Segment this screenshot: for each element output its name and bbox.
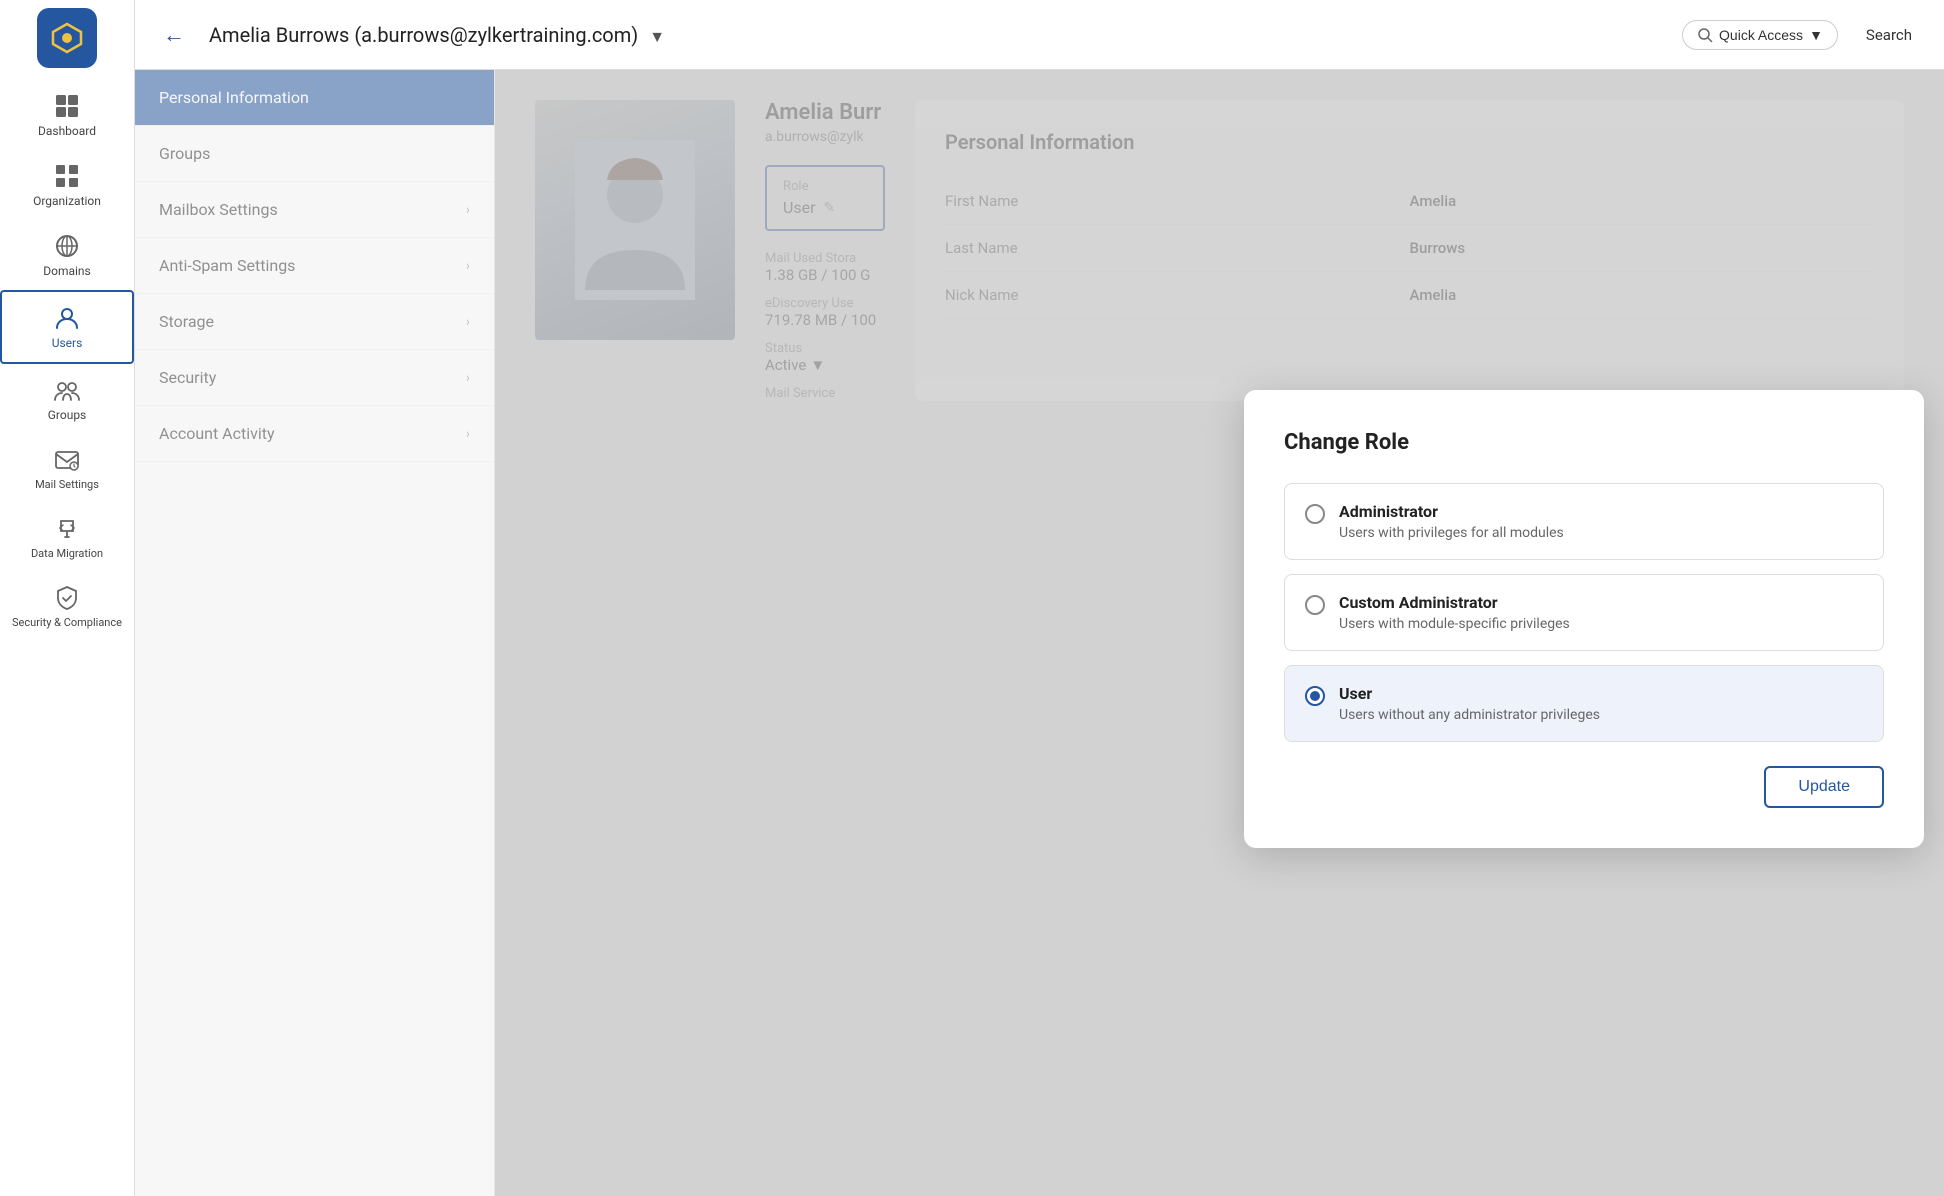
- sidebar-item-label-data-migration: Data Migration: [31, 547, 103, 560]
- nav-label-personal-info: Personal Information: [159, 88, 309, 107]
- change-role-modal: Change Role Administrator Users with pri…: [1244, 390, 1924, 848]
- sidebar-item-label-mail-settings: Mail Settings: [35, 478, 99, 491]
- chevron-icon-security: ›: [466, 370, 470, 386]
- sidebar-item-domains[interactable]: Domains: [0, 220, 134, 290]
- quick-access-caret: ▼: [1809, 27, 1823, 43]
- search-icon-small: [1697, 27, 1713, 43]
- quick-access-label: Quick Access: [1719, 27, 1803, 43]
- update-button[interactable]: Update: [1764, 766, 1884, 808]
- radio-custom-admin[interactable]: [1305, 595, 1325, 615]
- role-option-text-administrator: Administrator Users with privileges for …: [1339, 502, 1564, 541]
- modal-title: Change Role: [1284, 430, 1884, 455]
- sidebar-item-data-migration[interactable]: Data Migration: [0, 503, 134, 572]
- sidebar: Dashboard Organization Domains Users: [0, 0, 135, 1196]
- organization-icon: [53, 162, 81, 190]
- role-option-name-custom-admin: Custom Administrator: [1339, 593, 1570, 612]
- app-logo: [37, 8, 97, 68]
- role-option-desc-administrator: Users with privileges for all modules: [1339, 525, 1564, 541]
- sidebar-item-label-organization: Organization: [33, 194, 101, 208]
- domains-icon: [53, 232, 81, 260]
- chevron-icon-storage: ›: [466, 314, 470, 330]
- back-button[interactable]: ←: [155, 18, 193, 52]
- sidebar-item-label-domains: Domains: [43, 264, 91, 278]
- topbar: ← Amelia Burrows (a.burrows@zylkertraini…: [135, 0, 1944, 70]
- nav-label-storage: Storage: [159, 312, 214, 331]
- radio-user[interactable]: [1305, 686, 1325, 706]
- role-option-user[interactable]: User Users without any administrator pri…: [1284, 665, 1884, 742]
- sidebar-item-mail-settings[interactable]: Mail Settings: [0, 434, 134, 503]
- caret-icon: ▼: [649, 27, 665, 46]
- nav-label-mailbox-settings: Mailbox Settings: [159, 200, 278, 219]
- nav-item-personal-info[interactable]: Personal Information: [135, 70, 494, 126]
- nav-label-security: Security: [159, 368, 216, 387]
- sidebar-item-label-security-compliance: Security & Compliance: [12, 616, 122, 629]
- role-option-custom-admin[interactable]: Custom Administrator Users with module-s…: [1284, 574, 1884, 651]
- quick-access-button[interactable]: Quick Access ▼: [1682, 20, 1838, 50]
- role-option-administrator[interactable]: Administrator Users with privileges for …: [1284, 483, 1884, 560]
- role-option-text-user: User Users without any administrator pri…: [1339, 684, 1600, 723]
- nav-label-groups: Groups: [159, 144, 210, 163]
- topbar-right: Quick Access ▼ Search: [1682, 20, 1924, 50]
- role-option-name-administrator: Administrator: [1339, 502, 1564, 521]
- search-button[interactable]: Search: [1854, 20, 1924, 50]
- security-compliance-icon: [53, 584, 81, 612]
- user-title-text: Amelia Burrows (a.burrows@zylkertraining…: [209, 23, 638, 47]
- radio-administrator[interactable]: [1305, 504, 1325, 524]
- data-migration-icon: [53, 515, 81, 543]
- chevron-icon-mailbox: ›: [466, 202, 470, 218]
- dashboard-icon: [53, 92, 81, 120]
- sidebar-item-security-compliance[interactable]: Security & Compliance: [0, 572, 134, 641]
- nav-item-groups[interactable]: Groups: [135, 126, 494, 182]
- sidebar-item-organization[interactable]: Organization: [0, 150, 134, 220]
- page-title: Amelia Burrows (a.burrows@zylkertraining…: [209, 23, 1666, 47]
- nav-item-mailbox-settings[interactable]: Mailbox Settings ›: [135, 182, 494, 238]
- mail-settings-icon: [53, 446, 81, 474]
- modal-overlay: Change Role Administrator Users with pri…: [495, 70, 1944, 1196]
- role-option-desc-custom-admin: Users with module-specific privileges: [1339, 616, 1570, 632]
- main-content: Amelia Burr a.burrows@zylk Role User ✎ M…: [495, 70, 1944, 1196]
- groups-icon: [53, 376, 81, 404]
- role-option-text-custom-admin: Custom Administrator Users with module-s…: [1339, 593, 1570, 632]
- chevron-icon-anti-spam: ›: [466, 258, 470, 274]
- secondary-nav: Personal Information Groups Mailbox Sett…: [135, 70, 495, 1196]
- modal-footer: Update: [1284, 766, 1884, 808]
- content-row: Personal Information Groups Mailbox Sett…: [135, 70, 1944, 1196]
- nav-item-account-activity[interactable]: Account Activity ›: [135, 406, 494, 462]
- role-option-name-user: User: [1339, 684, 1600, 703]
- nav-item-storage[interactable]: Storage ›: [135, 294, 494, 350]
- sidebar-item-users[interactable]: Users: [0, 290, 134, 364]
- sidebar-item-dashboard[interactable]: Dashboard: [0, 80, 134, 150]
- nav-item-anti-spam[interactable]: Anti-Spam Settings ›: [135, 238, 494, 294]
- sidebar-item-groups[interactable]: Groups: [0, 364, 134, 434]
- nav-label-anti-spam: Anti-Spam Settings: [159, 256, 295, 275]
- sidebar-item-label-users: Users: [52, 336, 83, 350]
- chevron-icon-account-activity: ›: [466, 426, 470, 442]
- nav-item-security[interactable]: Security ›: [135, 350, 494, 406]
- main-area: ← Amelia Burrows (a.burrows@zylkertraini…: [135, 0, 1944, 1196]
- sidebar-item-label-groups: Groups: [48, 408, 87, 422]
- nav-label-account-activity: Account Activity: [159, 424, 275, 443]
- users-icon: [53, 304, 81, 332]
- sidebar-item-label-dashboard: Dashboard: [38, 124, 96, 138]
- role-option-desc-user: Users without any administrator privileg…: [1339, 707, 1600, 723]
